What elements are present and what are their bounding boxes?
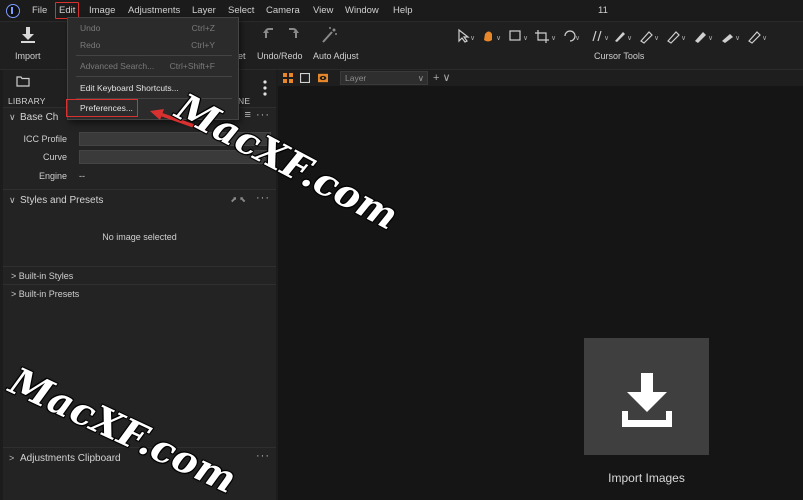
svg-text:∨: ∨ <box>627 35 632 42</box>
tree-item-built-in-styles[interactable]: > Built-in Styles <box>11 271 73 281</box>
svg-text:∨: ∨ <box>551 35 556 42</box>
cursor-tools-group[interactable]: ∨ ∨ ∨ ∨ ∨ ∨ ∨ ∨ ∨ ∨ ∨ ∨ <box>455 28 785 44</box>
chevron-right-icon: > <box>11 289 19 299</box>
menu-item-redo[interactable]: Redo <box>80 40 100 50</box>
more-options-icon[interactable]: ··· <box>256 450 270 462</box>
menu-camera[interactable]: Camera <box>266 5 300 16</box>
tab-library[interactable]: LIBRARY <box>8 96 46 106</box>
undo-icon[interactable] <box>262 26 276 42</box>
tab-right-partial[interactable]: NE <box>238 96 250 106</box>
menu-adjustments[interactable]: Adjustments <box>128 5 180 16</box>
section-title: Adjustments Clipboard <box>20 453 121 464</box>
chevron-down-icon: ∨ <box>417 73 424 83</box>
curve-label: Curve <box>42 152 67 162</box>
window-counter: 11 <box>598 5 608 16</box>
viewer-toolbar: Layer ∨ + ∨ <box>278 70 803 86</box>
kebab-menu-icon[interactable] <box>263 80 267 96</box>
import-label[interactable]: Import <box>15 51 41 61</box>
import-icon[interactable] <box>20 26 36 44</box>
cursor-tools-label: Cursor Tools <box>594 51 645 61</box>
divider <box>3 284 276 285</box>
auto-adjust-label[interactable]: Auto Adjust <box>313 51 359 61</box>
svg-text:∨: ∨ <box>762 35 767 42</box>
section-title: Base Ch <box>20 112 59 123</box>
chevron-right-icon: > <box>9 453 15 463</box>
menu-separator <box>76 76 232 77</box>
menu-file[interactable]: File <box>32 5 47 16</box>
menu-select[interactable]: Select <box>228 5 254 16</box>
svg-text:∨: ∨ <box>604 35 609 42</box>
empty-state-message: No image selected <box>102 232 177 242</box>
divider <box>3 189 276 190</box>
svg-text:∨: ∨ <box>496 35 501 42</box>
undo-redo-label[interactable]: Undo/Redo <box>257 51 303 61</box>
import-images-button[interactable] <box>584 338 709 455</box>
grid-view-icon[interactable] <box>283 73 293 83</box>
divider <box>3 266 276 267</box>
section-styles-presets[interactable]: ∨ Styles and Presets ⬈ ⬉ ··· <box>3 192 276 209</box>
icc-profile-label: ICC Profile <box>23 134 67 144</box>
menu-separator <box>76 55 232 56</box>
add-layer-icon[interactable]: + ∨ <box>433 71 451 84</box>
svg-text:∨: ∨ <box>523 35 528 42</box>
menu-item-undo[interactable]: Undo <box>80 23 100 33</box>
more-options-icon[interactable]: ··· <box>256 192 270 204</box>
svg-text:∨: ∨ <box>654 35 659 42</box>
menu-view[interactable]: View <box>313 5 333 16</box>
section-title: Styles and Presets <box>20 195 104 206</box>
menu-layer[interactable]: Layer <box>192 5 216 16</box>
chevron-down-icon: ∨ <box>9 112 16 122</box>
svg-text:∨: ∨ <box>575 35 580 42</box>
menu-help[interactable]: Help <box>393 5 413 16</box>
magic-wand-icon[interactable] <box>320 26 338 44</box>
menu-window[interactable]: Window <box>345 5 379 16</box>
import-images-label[interactable]: Import Images <box>584 471 709 485</box>
shortcut-redo: Ctrl+Y <box>191 40 215 50</box>
folder-icon[interactable] <box>16 75 30 87</box>
svg-text:∨: ∨ <box>708 35 713 42</box>
svg-text:∨: ∨ <box>735 35 740 42</box>
tree-item-built-in-presets[interactable]: > Built-in Presets <box>11 289 79 299</box>
annotation-highlight-preferences <box>66 99 138 117</box>
menu-item-edit-keyboard-shortcuts[interactable]: Edit Keyboard Shortcuts... <box>80 83 179 93</box>
layer-select[interactable]: Layer ∨ <box>340 71 428 85</box>
app-logo-icon[interactable] <box>6 4 20 18</box>
menu-item-advanced-search[interactable]: Advanced Search... <box>80 61 154 71</box>
shortcut-undo: Ctrl+Z <box>191 23 215 33</box>
pin-icon[interactable]: ⬈ ⬉ <box>230 195 246 204</box>
chevron-down-icon: ∨ <box>9 195 16 205</box>
svg-text:∨: ∨ <box>681 35 686 42</box>
engine-label: Engine <box>38 171 67 181</box>
engine-value: -- <box>79 171 85 181</box>
shortcut-advanced-search: Ctrl+Shift+F <box>169 61 215 71</box>
svg-text:∨: ∨ <box>470 35 475 42</box>
redo-icon[interactable] <box>286 26 300 42</box>
single-view-icon[interactable] <box>300 73 310 83</box>
reset-label[interactable]: et <box>238 51 246 61</box>
image-viewer[interactable]: Layer ∨ + ∨ Import Images <box>278 70 803 500</box>
download-icon <box>622 373 672 427</box>
chevron-right-icon: > <box>11 271 19 281</box>
menu-image[interactable]: Image <box>89 5 115 16</box>
proof-eye-icon[interactable] <box>318 73 328 83</box>
